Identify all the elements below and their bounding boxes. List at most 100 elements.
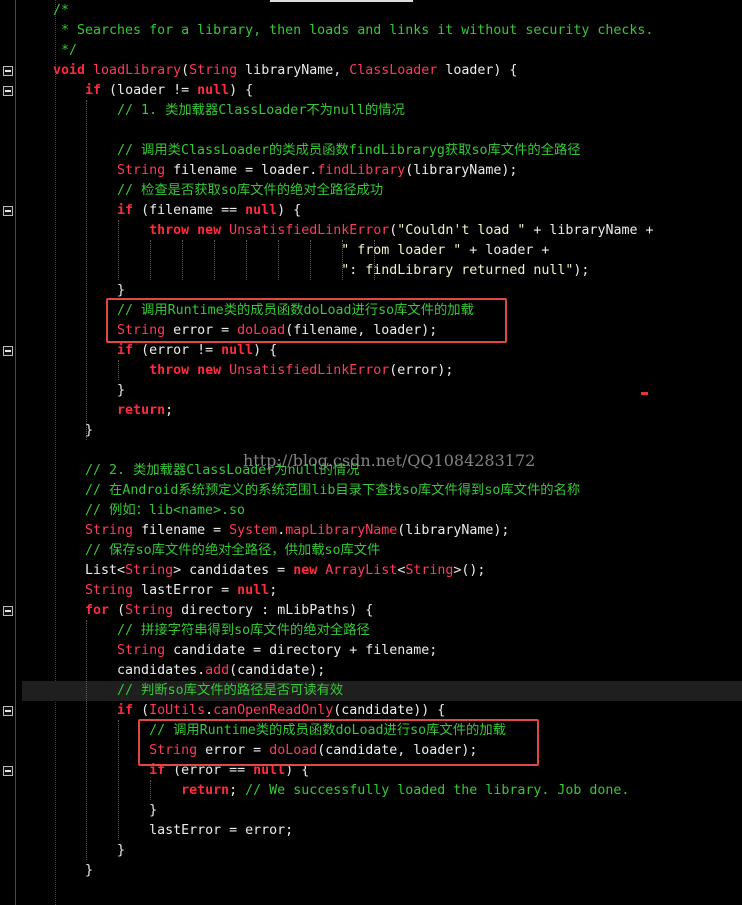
code-token: filename = loader. bbox=[165, 163, 318, 178]
code-token: null bbox=[197, 83, 230, 98]
code-token: * Searches for a library, then loads and… bbox=[53, 23, 654, 38]
code-line: if (error != null) { bbox=[53, 341, 277, 361]
code-token: ClassLoader bbox=[349, 63, 438, 78]
code-line: } bbox=[53, 381, 125, 401]
code-token: lastError = bbox=[133, 583, 238, 598]
code-token: ) { bbox=[253, 343, 278, 358]
code-token: (libraryName); bbox=[405, 163, 518, 178]
code-token: loadLibrary bbox=[93, 63, 182, 78]
code-line: if (IoUtils.canOpenReadOnly(candidate)) … bbox=[53, 701, 445, 721]
gutter-divider bbox=[15, 0, 16, 905]
code-token: ( bbox=[109, 603, 126, 618]
code-line: // 保存so库文件的绝对全路径，供加载so库文件 bbox=[53, 541, 380, 561]
code-token: . bbox=[205, 703, 214, 718]
code-token: } bbox=[53, 283, 126, 298]
code-line: candidates.add(candidate); bbox=[53, 661, 325, 681]
code-editor[interactable]: /* * Searches for a library, then loads … bbox=[22, 0, 742, 905]
red-marker bbox=[641, 392, 648, 395]
code-token: // 拼接字符串得到so库文件的绝对全路径 bbox=[53, 623, 370, 638]
code-token: (candidate); bbox=[229, 663, 326, 678]
code-token: */ bbox=[53, 43, 78, 58]
code-line: /* bbox=[53, 1, 69, 21]
code-token: // 调用类ClassLoader的类成员函数findLibraryg获取so库… bbox=[53, 143, 581, 158]
code-token: String bbox=[85, 523, 134, 538]
code-line: List<String> candidates = new ArrayList<… bbox=[53, 561, 485, 581]
code-token: List< bbox=[53, 563, 126, 578]
code-token: (loader != bbox=[101, 83, 198, 98]
code-token: void bbox=[53, 63, 86, 78]
code-token: + libraryName + bbox=[525, 223, 654, 238]
code-token: filename = bbox=[133, 523, 230, 538]
code-line: } bbox=[53, 421, 93, 441]
code-token: + loader + bbox=[461, 243, 550, 258]
code-token: } bbox=[53, 863, 94, 878]
code-token: ( bbox=[181, 63, 190, 78]
code-token: libraryName, bbox=[237, 63, 350, 78]
code-token: // We successfully loaded the library. J… bbox=[245, 783, 630, 798]
code-token: String bbox=[125, 563, 174, 578]
code-token: candidates. bbox=[53, 663, 206, 678]
code-line: } bbox=[53, 801, 157, 821]
code-line: return; // We successfully loaded the li… bbox=[53, 781, 629, 801]
code-line: String lastError = null; bbox=[53, 581, 277, 601]
code-token: "Couldn't load " bbox=[397, 223, 526, 238]
fold-toggle-icon[interactable] bbox=[3, 606, 13, 616]
code-line: ": findLibrary returned null"); bbox=[53, 261, 589, 281]
code-token: candidate = directory + filename; bbox=[165, 643, 438, 658]
code-token: new bbox=[197, 223, 222, 238]
code-token: findLibrary bbox=[317, 163, 406, 178]
code-token: new bbox=[293, 563, 318, 578]
code-line: // 拼接字符串得到so库文件的绝对全路径 bbox=[53, 621, 370, 641]
code-token: String bbox=[117, 163, 166, 178]
code-token: null bbox=[245, 203, 278, 218]
code-token: " from loader " bbox=[341, 243, 462, 258]
code-token: } bbox=[53, 383, 126, 398]
code-line: // 例如：lib<name>.so bbox=[53, 501, 245, 521]
code-line: void loadLibrary(String libraryName, Cla… bbox=[53, 61, 517, 81]
fold-toggle-icon[interactable] bbox=[3, 706, 13, 716]
code-token: String bbox=[85, 583, 134, 598]
code-token: /* bbox=[53, 3, 70, 18]
code-token: add bbox=[205, 663, 230, 678]
code-token: (candidate)) { bbox=[333, 703, 446, 718]
code-token: // 保存so库文件的绝对全路径，供加载so库文件 bbox=[53, 543, 381, 558]
code-token: loader) { bbox=[437, 63, 518, 78]
code-token: directory : mLibPaths) { bbox=[173, 603, 374, 618]
code-token: null bbox=[221, 343, 254, 358]
code-token: ; bbox=[165, 403, 174, 418]
code-token: System bbox=[229, 523, 278, 538]
watermark-text: http://blog.csdn.net/QQ1084283172 bbox=[243, 451, 536, 470]
fold-toggle-icon[interactable] bbox=[3, 86, 13, 96]
fold-toggle-icon[interactable] bbox=[3, 66, 13, 76]
fold-toggle-icon[interactable] bbox=[3, 346, 13, 356]
code-line: if (loader != null) { bbox=[53, 81, 253, 101]
code-token: if bbox=[85, 83, 102, 98]
code-line: // 1. 类加载器ClassLoader不为null的情况 bbox=[53, 101, 405, 121]
code-line: lastError = error; bbox=[53, 821, 293, 841]
code-token: throw bbox=[149, 363, 190, 378]
code-line: String filename = loader.findLibrary(lib… bbox=[53, 161, 517, 181]
code-token: ); bbox=[573, 263, 590, 278]
fold-toggle-icon[interactable] bbox=[3, 766, 13, 776]
code-token: String bbox=[189, 63, 238, 78]
code-token: (error != bbox=[133, 343, 222, 358]
code-token: ( bbox=[133, 703, 150, 718]
fold-toggle-icon[interactable] bbox=[3, 206, 13, 216]
code-line: " from loader " + loader + bbox=[53, 241, 549, 261]
code-token: null bbox=[237, 583, 270, 598]
code-line: } bbox=[53, 841, 125, 861]
code-line: if (filename == null) { bbox=[53, 201, 301, 221]
